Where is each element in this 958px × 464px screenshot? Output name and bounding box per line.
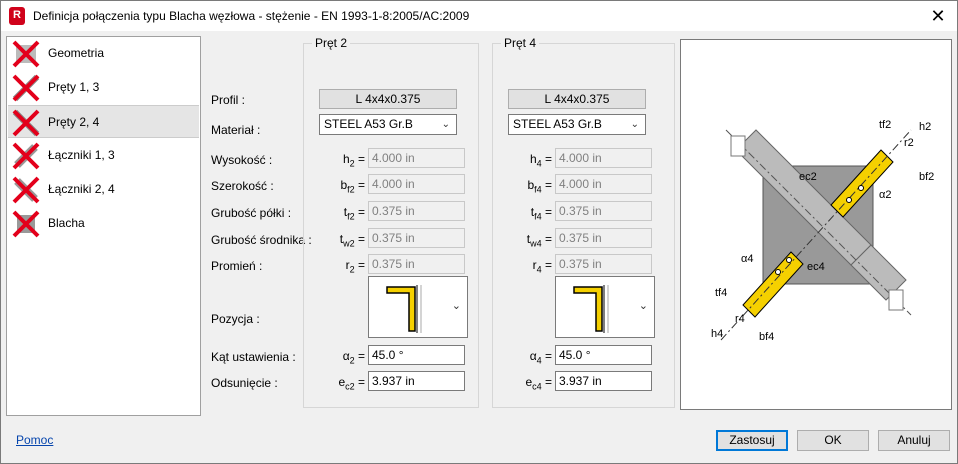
dim-label: r2 [904, 137, 914, 149]
profile-button-bar-2[interactable]: L 4x4x0.375 [319, 89, 457, 109]
symbol-alpha4: α4 = [529, 349, 552, 366]
web-thickness-field-bar-4: 0.375 in [555, 228, 652, 248]
tree-item-label: Geometria [48, 46, 105, 60]
tree-item-label: Pręty 2, 4 [48, 115, 100, 129]
angle-field-bar-4[interactable]: 45.0 ° [555, 345, 652, 365]
label-wysokosc: Wysokość : [211, 153, 273, 167]
symbol-tf2: tf2 = [343, 205, 365, 222]
error-cross-icon [12, 74, 40, 102]
select-value: STEEL A53 Gr.B [513, 117, 602, 131]
tree-item-label: Łączniki 1, 3 [48, 148, 115, 162]
flange-thickness-field-bar-4: 0.375 in [555, 201, 652, 221]
chevron-down-icon: ⌄ [451, 300, 461, 312]
angle-profile-icon [573, 285, 609, 333]
material-select-bar-4[interactable]: STEEL A53 Gr.B ⌄ [508, 114, 646, 135]
offset-field-bar-2[interactable]: 3.937 in [368, 371, 465, 391]
chevron-down-icon: ⌄ [441, 119, 450, 130]
dim-label: ec4 [807, 261, 825, 273]
close-icon[interactable]: ✕ [925, 3, 951, 29]
symbol-h2: h2 = [342, 152, 365, 169]
tree-item-blacha[interactable]: Blacha [8, 207, 199, 240]
section-tree: Geometria Pręty 1, 3 Pręty 2, 4 Łączniki… [6, 36, 201, 416]
angle-profile-icon [386, 285, 422, 333]
label-odsuniecie: Odsunięcie : [211, 376, 278, 390]
symbol-bf4: bf4 = [527, 178, 552, 195]
error-cross-icon [12, 176, 40, 204]
label-kat: Kąt ustawienia : [211, 350, 296, 364]
apply-button[interactable]: Zastosuj [716, 430, 788, 451]
dim-label: tf2 [879, 119, 891, 131]
material-select-bar-2[interactable]: STEEL A53 Gr.B ⌄ [319, 114, 457, 135]
group-title: Pręt 4 [501, 36, 540, 50]
cancel-button[interactable]: Anuluj [878, 430, 950, 451]
tree-item-prety-1-3[interactable]: Pręty 1, 3 [8, 71, 199, 104]
width-field-bar-2: 4.000 in [368, 174, 465, 194]
app-icon: R [9, 7, 25, 25]
height-field-bar-4: 4.000 in [555, 148, 652, 168]
angle-field-bar-2[interactable]: 45.0 ° [368, 345, 465, 365]
symbol-r4: r4 = [532, 258, 552, 275]
width-field-bar-4: 4.000 in [555, 174, 652, 194]
symbol-ec4: ec4 = [525, 375, 552, 392]
gusset-plate-drawing: tf2 h2 r2 bf2 ec2 α2 α4 ec4 tf4 r4 h4 bf… [711, 119, 934, 343]
error-cross-icon [12, 210, 40, 238]
flange-thickness-field-bar-2: 0.375 in [368, 201, 465, 221]
offset-field-bar-4[interactable]: 3.937 in [555, 371, 652, 391]
dim-label: bf4 [759, 331, 774, 343]
label-pozycja: Pozycja : [211, 312, 260, 326]
label-szerokosc: Szerokość : [211, 179, 274, 193]
dim-label: ec2 [799, 171, 817, 183]
dim-label: α2 [879, 189, 891, 201]
select-value: STEEL A53 Gr.B [324, 117, 413, 131]
dialog-window: R Definicja połączenia typu Blacha węzło… [0, 0, 958, 464]
dim-label: α4 [741, 253, 753, 265]
symbol-alpha2: α2 = [342, 349, 365, 366]
web-thickness-field-bar-2: 0.375 in [368, 228, 465, 248]
connection-preview: tf2 h2 r2 bf2 ec2 α2 α4 ec4 tf4 r4 h4 bf… [680, 39, 952, 410]
profile-button-bar-4[interactable]: L 4x4x0.375 [508, 89, 646, 109]
tree-item-prety-2-4[interactable]: Pręty 2, 4 [8, 105, 199, 138]
radius-field-bar-4: 0.375 in [555, 254, 652, 274]
dim-label: bf2 [919, 171, 934, 183]
label-promien: Promień : [211, 259, 263, 273]
chevron-down-icon: ⌄ [638, 300, 648, 312]
chevron-down-icon: ⌄ [630, 119, 639, 130]
label-grubosc-srodnika: Grubość środnika : [211, 233, 312, 247]
height-field-bar-2: 4.000 in [368, 148, 465, 168]
tree-item-laczniki-1-3[interactable]: Łączniki 1, 3 [8, 139, 199, 172]
symbol-tw2: tw2 = [339, 232, 365, 249]
label-grubosc-polki: Grubość półki : [211, 206, 292, 220]
group-title: Pręt 2 [312, 36, 351, 50]
help-link[interactable]: Pomoc [16, 433, 53, 447]
tree-item-label: Łączniki 2, 4 [48, 182, 115, 196]
symbol-r2: r2 = [345, 258, 365, 275]
error-cross-icon [12, 109, 40, 137]
title-bar: R Definicja połączenia typu Blacha węzło… [1, 1, 957, 31]
tree-item-label: Blacha [48, 216, 85, 230]
symbol-tw4: tw4 = [526, 232, 552, 249]
symbol-ec2: ec2 = [338, 375, 365, 392]
position-select-bar-4[interactable]: ⌄ [555, 276, 655, 338]
tree-item-label: Pręty 1, 3 [48, 80, 100, 94]
error-cross-icon [12, 142, 40, 170]
dim-label: h4 [711, 328, 723, 340]
symbol-h4: h4 = [529, 152, 552, 169]
dim-label: tf4 [715, 287, 727, 299]
symbol-tf4: tf4 = [530, 205, 552, 222]
window-title: Definicja połączenia typu Blacha węzłowa… [33, 9, 470, 23]
position-select-bar-2[interactable]: ⌄ [368, 276, 468, 338]
dim-label: h2 [919, 121, 931, 133]
error-cross-icon [12, 40, 40, 68]
symbol-bf2: bf2 = [340, 178, 365, 195]
ok-button[interactable]: OK [797, 430, 869, 451]
tree-item-laczniki-2-4[interactable]: Łączniki 2, 4 [8, 173, 199, 206]
dim-label: r4 [735, 313, 745, 325]
label-profil: Profil : [211, 93, 246, 107]
radius-field-bar-2: 0.375 in [368, 254, 465, 274]
tree-item-geometria[interactable]: Geometria [8, 37, 199, 70]
label-material: Materiał : [211, 123, 261, 137]
